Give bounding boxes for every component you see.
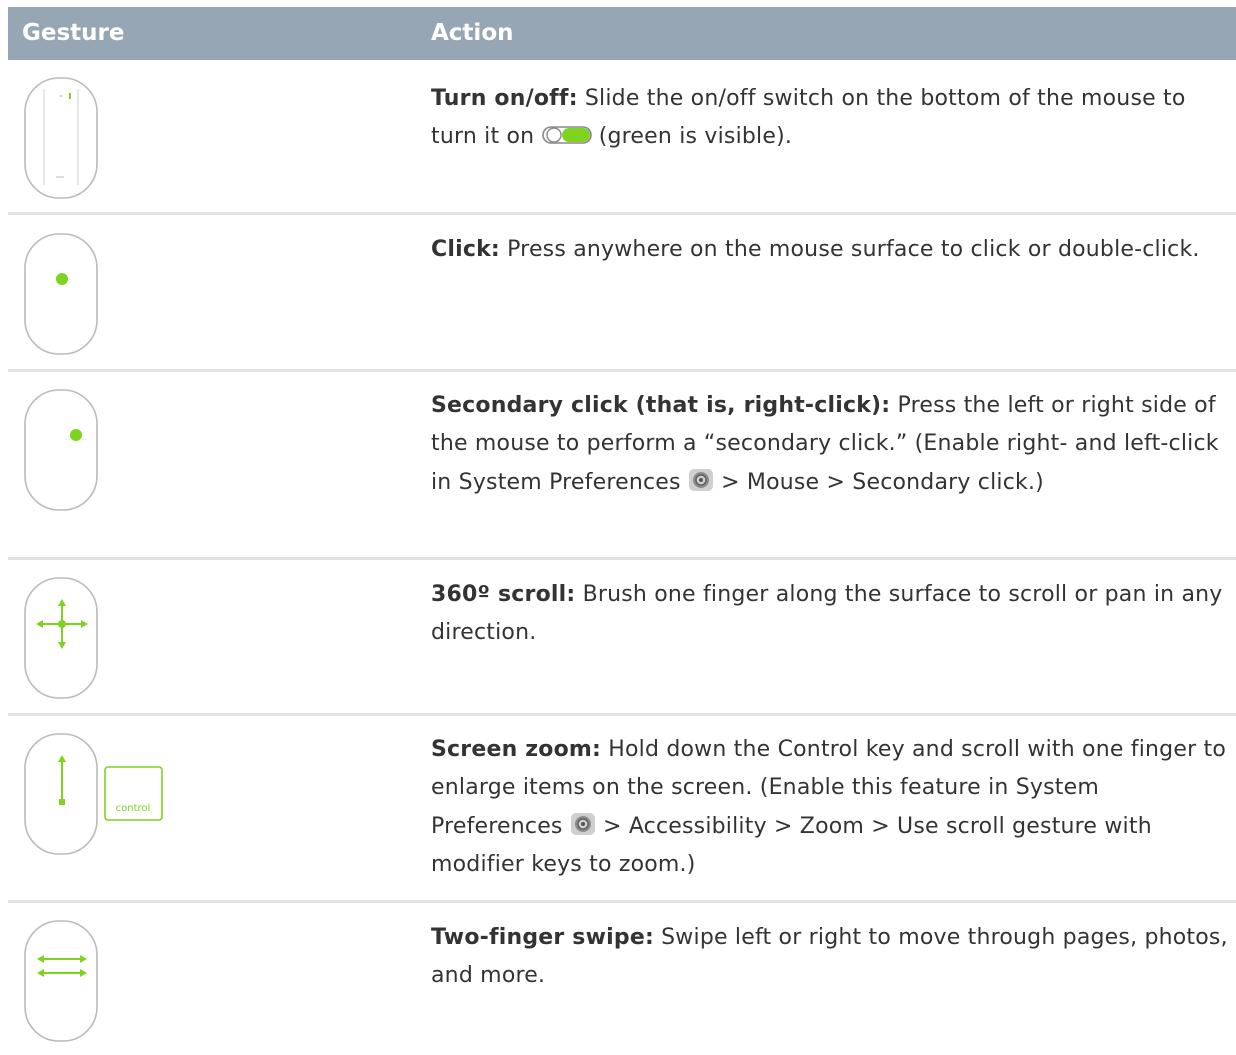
mouse-secondary-click-icon: [22, 387, 102, 513]
system-preferences-icon: [688, 468, 714, 492]
header-action: Action: [431, 20, 514, 46]
mouse-zoom-icon: control: [22, 731, 172, 857]
row-action-text: Screen zoom: Hold down the Control key a…: [431, 737, 1227, 877]
table-row: Click: Press anywhere on the mouse surfa…: [8, 215, 1236, 372]
mouse-click-icon: [22, 231, 102, 357]
row-action-text: 360º scroll: Brush one finger along the …: [431, 582, 1223, 646]
row-title: 360º scroll:: [431, 582, 576, 607]
row-action-text: Two-finger swipe: Swipe left or right to…: [431, 925, 1228, 989]
table-header: Gesture Action: [8, 7, 1236, 60]
mouse-swipe-icon: [22, 918, 102, 1044]
row-title: Click:: [431, 237, 500, 262]
row-title: Turn on/off:: [431, 86, 578, 111]
system-preferences-icon: [570, 812, 596, 836]
header-gesture: Gesture: [22, 20, 125, 46]
mouse-scroll-icon: [22, 575, 102, 701]
gesture-table: Gesture Action Turn on/off: Slide the on…: [8, 7, 1236, 1055]
table-row: Turn on/off: Slide the on/off switch on …: [8, 60, 1236, 215]
row-action-text: Turn on/off: Slide the on/off switch on …: [431, 86, 1186, 150]
control-key-label: control: [116, 803, 151, 814]
row-title: Screen zoom:: [431, 737, 602, 762]
mouse-power-switch-icon: [22, 75, 102, 201]
table-row: control Screen zoom: Hold down the Contr…: [8, 716, 1236, 903]
row-action-text: Secondary click (that is, right-click): …: [431, 393, 1219, 495]
row-title: Secondary click (that is, right-click):: [431, 393, 891, 418]
toggle-switch-icon: [541, 124, 592, 146]
row-title: Two-finger swipe:: [431, 925, 654, 950]
table-row: 360º scroll: Brush one finger along the …: [8, 560, 1236, 716]
row-action-text: Click: Press anywhere on the mouse surfa…: [431, 237, 1200, 262]
table-row: Secondary click (that is, right-click): …: [8, 372, 1236, 560]
table-row: Two-finger swipe: Swipe left or right to…: [8, 903, 1236, 1055]
